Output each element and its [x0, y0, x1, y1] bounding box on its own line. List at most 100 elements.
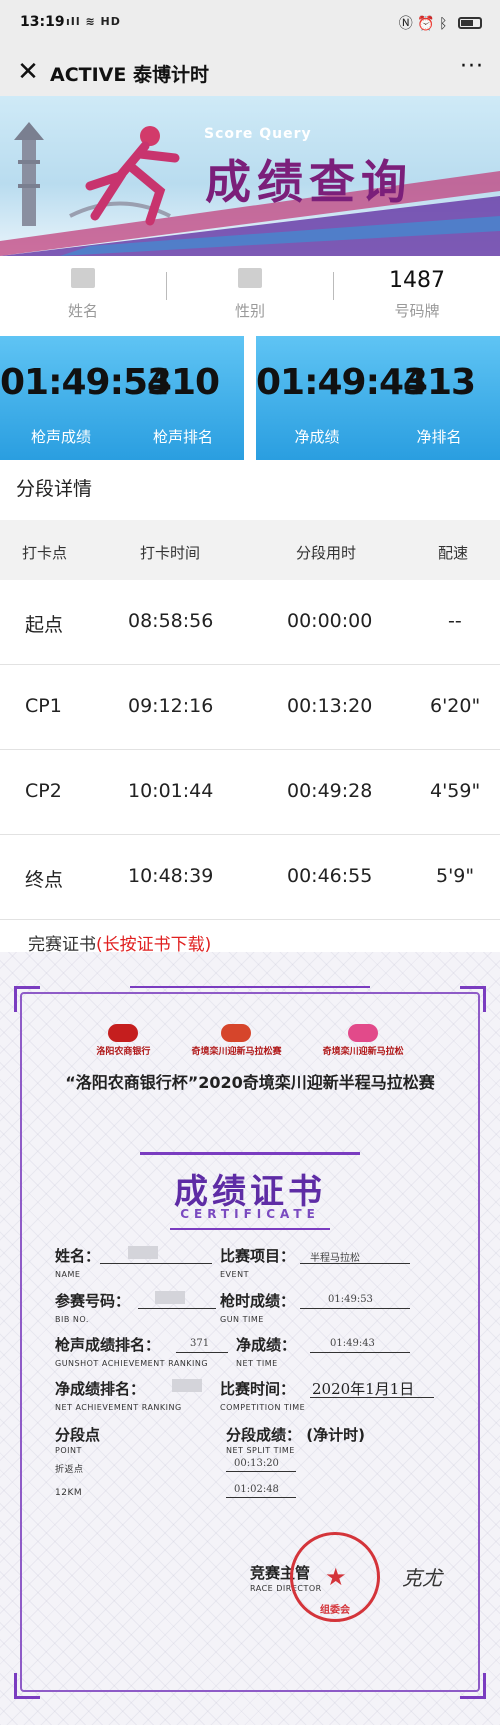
bluetooth-icon: ᛒ: [439, 16, 448, 32]
gun-time: 01:49:53 枪声成绩: [0, 336, 172, 460]
split-time: 10:48:39: [128, 865, 214, 887]
split-duration: 00:00:00: [287, 610, 373, 632]
split-point: CP2: [25, 780, 62, 802]
date-field-label: 比赛时间：: [220, 1380, 296, 1398]
net-rank-value: 413: [402, 362, 476, 403]
gender-redacted: [238, 268, 262, 288]
name-field-label: 姓名：: [55, 1247, 101, 1265]
table-row: CP2 10:01:44 00:49:28 4'59": [0, 750, 500, 835]
logo-bank: 洛阳农商银行: [96, 1024, 150, 1057]
runner-identity: 姓名 性别 1487 号码牌: [0, 256, 500, 336]
gun-rank-field-label: 枪声成绩排名：: [55, 1336, 161, 1354]
split-duration: 00:49:28: [287, 780, 373, 802]
bib-en: BIB NO.: [55, 1315, 89, 1324]
title-bar: ✕ ACTIVE 泰博计时 ···: [0, 48, 500, 96]
logo-race: 奇境栾川迎新马拉松赛: [191, 1024, 282, 1057]
event-field-label: 比赛项目：: [220, 1247, 296, 1265]
bib-number: 1487: [389, 268, 445, 293]
net-field-label: 净成绩：: [236, 1336, 297, 1354]
identity-gender: 性别: [167, 256, 333, 336]
gender-label: 性别: [234, 302, 265, 320]
name-redacted: [128, 1246, 158, 1259]
table-row: 终点 10:48:39 00:46:55 5'9": [0, 835, 500, 920]
split-time: 09:12:16: [128, 695, 214, 717]
net-time-value: 01:49:43: [256, 362, 428, 403]
col-header-time: 打卡时间: [140, 544, 201, 562]
split-point-1: 折返点: [55, 1465, 84, 1475]
col-header-pace: 配速: [438, 544, 469, 562]
identity-bib: 1487 号码牌: [334, 256, 500, 336]
director-signature: 克尤: [402, 1566, 442, 1590]
gun-rank-value: 410: [146, 362, 220, 403]
split-pace: 5'9": [436, 865, 475, 887]
certificate-heading-en: CERTIFICATE: [180, 1207, 320, 1221]
signal-icon: ıIl ≋ HD: [66, 15, 121, 28]
net-rank: 413 净排名: [378, 336, 500, 460]
bib-redacted: [155, 1291, 185, 1304]
corner-ornament: [460, 986, 486, 1012]
status-icons: Ⓝ ⏰ ᛒ: [399, 13, 482, 33]
gun-rank-en: GUNSHOT ACHIEVEMENT RANKING: [55, 1359, 209, 1368]
heading-ornament: [140, 1152, 360, 1155]
net-time-label: 净成绩: [294, 428, 340, 446]
split-point: 终点: [25, 869, 64, 891]
point-en: POINT: [55, 1446, 82, 1455]
splits-section-title: 分段详情: [16, 478, 93, 500]
battery-icon: [458, 17, 482, 29]
date-value: 2020年1月1日: [312, 1380, 415, 1398]
net-rank-redacted: [172, 1379, 202, 1392]
event-en: EVENT: [220, 1270, 249, 1279]
date-en: COMPETITION TIME: [220, 1403, 306, 1412]
logo-event: 奇境栾川迎新马拉松: [323, 1024, 404, 1057]
event-name: “洛阳农商银行杯”2020奇境栾川迎新半程马拉松赛: [65, 1073, 435, 1092]
name-en: NAME: [55, 1270, 81, 1279]
split-pace: --: [448, 610, 462, 632]
event-value: 半程马拉松: [310, 1253, 360, 1264]
split-duration: 00:13:20: [287, 695, 373, 717]
certificate-heading: 成绩证书: [174, 1172, 326, 1212]
official-seal: ★ 组委会: [290, 1532, 380, 1622]
gun-en: GUN TIME: [220, 1315, 264, 1324]
point-field-label: 分段点: [55, 1426, 101, 1444]
sponsor-logos: 洛阳农商银行 奇境栾川迎新马拉松赛 奇境栾川迎新马拉松: [0, 1024, 500, 1058]
gun-time-label: 枪声成绩: [30, 428, 91, 446]
name-redacted: [71, 268, 95, 288]
splits-table-header: 打卡点 打卡时间 分段用时 配速: [0, 520, 500, 580]
more-icon[interactable]: ···: [460, 54, 484, 79]
gun-time-value: 01:49:53: [0, 362, 172, 403]
gun-rank-cert: 371: [190, 1338, 210, 1349]
gun-score-card: 01:49:53 枪声成绩 410 枪声排名: [0, 336, 244, 460]
score-query-banner: Score Query 成绩查询: [0, 96, 500, 256]
corner-ornament: [460, 1673, 486, 1699]
bib-label: 号码牌: [394, 302, 440, 320]
split-time: 08:58:56: [128, 610, 214, 632]
gun-field-label: 枪时成绩：: [220, 1292, 296, 1310]
net-rank-field-label: 净成绩排名：: [55, 1380, 146, 1398]
heading-ornament: [170, 1228, 330, 1230]
net-rank-label: 净排名: [416, 428, 462, 446]
split-time: 10:01:44: [128, 780, 214, 802]
gun-rank-label: 枪声排名: [152, 428, 213, 446]
table-row: 起点 08:58:56 00:00:00 --: [0, 580, 500, 665]
split-pace: 4'59": [430, 780, 481, 802]
bib-field-label: 参赛号码：: [55, 1292, 131, 1310]
name-label: 姓名: [67, 302, 98, 320]
alarm-icon: ⏰: [417, 16, 435, 32]
banner-subtitle: Score Query: [204, 126, 312, 142]
gun-time-cert: 01:49:53: [328, 1294, 373, 1305]
split-time-2: 01:02:48: [234, 1484, 279, 1495]
gun-rank: 410 枪声排名: [122, 336, 244, 460]
net-rank-en: NET ACHIEVEMENT RANKING: [55, 1403, 182, 1412]
net-time-cert: 01:49:43: [330, 1338, 375, 1349]
split-en: NET SPLIT TIME: [226, 1446, 295, 1455]
certificate-image[interactable]: 洛阳农商银行 奇境栾川迎新马拉松赛 奇境栾川迎新马拉松 “洛阳农商银行杯”202…: [0, 952, 500, 1725]
split-field-label: 分段成绩： (净计时): [226, 1426, 365, 1444]
status-bar: 13:19 ıIl ≋ HD Ⓝ ⏰ ᛒ: [0, 0, 500, 48]
net-time: 01:49:43 净成绩: [256, 336, 428, 460]
close-icon[interactable]: ✕: [14, 58, 42, 86]
top-ornament: [130, 986, 370, 988]
split-time-1: 00:13:20: [234, 1458, 279, 1469]
nfc-icon: Ⓝ: [398, 16, 413, 32]
page-title: ACTIVE 泰博计时: [50, 64, 209, 86]
split-pace: 6'20": [430, 695, 481, 717]
